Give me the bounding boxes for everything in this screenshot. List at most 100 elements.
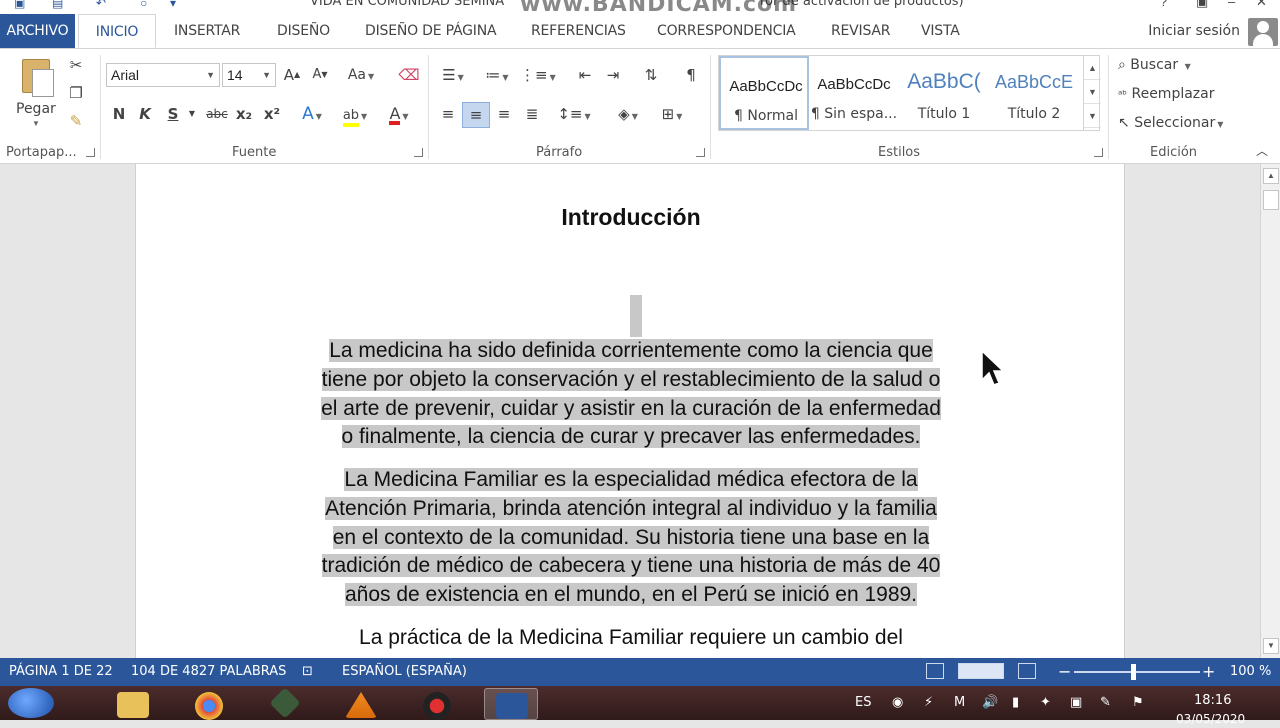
- sign-in-link[interactable]: Iniciar sesión: [1148, 14, 1240, 48]
- font-color-button[interactable]: A ▼: [384, 104, 414, 127]
- strikethrough-button[interactable]: abc: [204, 104, 230, 124]
- style-normal[interactable]: AaBbCcDc ¶ Normal: [719, 56, 809, 130]
- tab-file[interactable]: ARCHIVO: [0, 14, 75, 48]
- sort-icon[interactable]: ⇅: [640, 65, 662, 85]
- zoom-slider-thumb[interactable]: [1131, 664, 1136, 680]
- scroll-thumb[interactable]: [1263, 190, 1279, 210]
- clipboard-launcher-icon[interactable]: [86, 148, 95, 157]
- proofing-icon[interactable]: ⊡: [302, 658, 313, 686]
- italic-button[interactable]: K: [136, 104, 154, 124]
- action-center-icon[interactable]: ⚑: [1132, 686, 1144, 720]
- print-layout-icon[interactable]: [958, 663, 1004, 679]
- app-taskbar-icon[interactable]: [258, 687, 312, 720]
- customize-qat-icon[interactable]: ▾: [170, 0, 176, 10]
- word-icon[interactable]: ▣: [14, 0, 25, 10]
- network-icon[interactable]: ▮: [1012, 686, 1019, 720]
- multilevel-list-button[interactable]: ⋮≡ ▼: [520, 65, 556, 88]
- align-left-icon[interactable]: ≡: [436, 104, 460, 124]
- styles-down-icon[interactable]: ▼: [1084, 80, 1101, 104]
- tray-app-icon[interactable]: ▣: [1070, 686, 1082, 720]
- paragraph-launcher-icon[interactable]: [696, 148, 705, 157]
- close-icon[interactable]: ✕: [1256, 0, 1267, 10]
- tab-insert[interactable]: INSERTAR: [174, 14, 240, 48]
- align-right-icon[interactable]: ≡: [492, 104, 516, 124]
- numbering-button[interactable]: ≔ ▼: [480, 65, 514, 88]
- change-case-button[interactable]: Aa ▼: [344, 65, 378, 87]
- word-taskbar-icon[interactable]: [484, 688, 538, 720]
- underline-dropdown-icon[interactable]: ▼: [186, 104, 198, 124]
- find-button[interactable]: ⌕ Buscar ▼: [1118, 57, 1191, 73]
- scroll-down-icon[interactable]: ▼: [1263, 638, 1279, 654]
- explorer-taskbar-icon[interactable]: [106, 688, 160, 720]
- document-page[interactable]: Introducción La medicina ha sido definid…: [135, 164, 1125, 658]
- paragraph-2[interactable]: La Medicina Familiar es la especialidad …: [281, 466, 981, 610]
- shading-button[interactable]: ◈ ▼: [608, 104, 648, 127]
- scroll-up-icon[interactable]: ▲: [1263, 168, 1279, 184]
- clock-time[interactable]: 18:16: [1194, 692, 1231, 710]
- line-spacing-button[interactable]: ↕≡ ▼: [556, 104, 592, 127]
- clock-date[interactable]: 03/05/2020: [1176, 710, 1245, 728]
- font-launcher-icon[interactable]: [414, 148, 423, 157]
- format-painter-icon[interactable]: ✎: [66, 111, 86, 131]
- paragraph-3[interactable]: La práctica de la Medicina Familiar requ…: [281, 624, 981, 653]
- start-button[interactable]: [8, 688, 54, 718]
- tab-mailings[interactable]: CORRESPONDENCIA: [657, 14, 796, 48]
- tab-layout[interactable]: DISEÑO DE PÁGINA: [365, 14, 497, 48]
- font-name-select[interactable]: Arial ▼: [106, 63, 220, 87]
- increase-indent-icon[interactable]: ⇥: [602, 65, 624, 85]
- paste-button[interactable]: Pegar ▼: [14, 57, 60, 137]
- styles-launcher-icon[interactable]: [1094, 148, 1103, 157]
- select-button[interactable]: ↖ Seleccionar ▼: [1118, 115, 1223, 131]
- mail-tray-icon[interactable]: M: [954, 686, 965, 720]
- show-marks-icon[interactable]: ¶: [680, 65, 702, 85]
- replace-button[interactable]: ᵃᵇ Reemplazar: [1118, 86, 1215, 102]
- power-tray-icon[interactable]: ⚡: [924, 686, 933, 720]
- bandicam-taskbar-icon[interactable]: [410, 688, 464, 720]
- style-heading-2[interactable]: AaBbCcE Título 2: [989, 56, 1079, 130]
- volume-icon[interactable]: 🔊: [982, 686, 998, 720]
- underline-button[interactable]: S: [164, 104, 182, 124]
- styles-up-icon[interactable]: ▲: [1084, 56, 1101, 80]
- tray-app-icon[interactable]: ✎: [1100, 686, 1111, 720]
- tab-view[interactable]: VISTA: [921, 14, 960, 48]
- tab-references[interactable]: REFERENCIAS: [531, 14, 626, 48]
- read-mode-icon[interactable]: [926, 663, 944, 679]
- record-tray-icon[interactable]: ◉: [892, 686, 903, 720]
- copy-icon[interactable]: ❐: [66, 83, 86, 103]
- grow-font-icon[interactable]: A▲: [282, 65, 302, 85]
- help-icon[interactable]: ?: [1160, 0, 1167, 9]
- zoom-slider[interactable]: [1074, 671, 1200, 673]
- shrink-font-icon[interactable]: A▼: [310, 65, 330, 85]
- tab-design[interactable]: DISEÑO: [277, 14, 330, 48]
- justify-icon[interactable]: ≣: [520, 104, 544, 124]
- tray-app-icon[interactable]: ✦: [1040, 686, 1051, 720]
- chrome-taskbar-icon[interactable]: [182, 688, 236, 720]
- highlight-color-button[interactable]: ab ▼: [340, 104, 370, 127]
- minimize-icon[interactable]: –: [1228, 0, 1235, 9]
- align-center-icon[interactable]: ≡: [462, 102, 490, 128]
- page-count[interactable]: PÁGINA 1 DE 22: [9, 658, 113, 686]
- style-heading-1[interactable]: AaBbC( Título 1: [899, 56, 989, 130]
- bullets-button[interactable]: ☰ ▼: [438, 65, 468, 88]
- cut-icon[interactable]: ✂: [66, 55, 86, 75]
- vertical-scrollbar[interactable]: ▲ ▼: [1260, 164, 1280, 658]
- text-effects-icon[interactable]: A ▼: [300, 104, 324, 127]
- borders-button[interactable]: ⊞ ▼: [652, 104, 692, 127]
- superscript-button[interactable]: x²: [262, 104, 282, 124]
- input-language[interactable]: ES: [855, 686, 871, 720]
- language-indicator[interactable]: ESPAÑOL (ESPAÑA): [342, 658, 467, 686]
- clear-formatting-icon[interactable]: ⌫: [398, 65, 420, 85]
- word-count[interactable]: 104 DE 4827 PALABRAS: [131, 658, 286, 686]
- zoom-level[interactable]: 100 %: [1230, 658, 1271, 686]
- redo-icon[interactable]: ○: [140, 0, 147, 10]
- style-no-spacing[interactable]: AaBbCcDc ¶ Sin espa...: [809, 56, 899, 130]
- vlc-taskbar-icon[interactable]: [334, 688, 388, 720]
- bold-button[interactable]: N: [110, 104, 128, 124]
- web-layout-icon[interactable]: [1018, 663, 1036, 679]
- zoom-out-icon[interactable]: −: [1058, 658, 1071, 686]
- paragraph-1[interactable]: La medicina ha sido definida corrienteme…: [281, 337, 981, 452]
- avatar[interactable]: [1248, 18, 1278, 46]
- tab-home[interactable]: INICIO: [78, 14, 156, 48]
- ribbon-display-icon[interactable]: ▣: [1196, 0, 1208, 10]
- save-icon[interactable]: ▤: [52, 0, 63, 10]
